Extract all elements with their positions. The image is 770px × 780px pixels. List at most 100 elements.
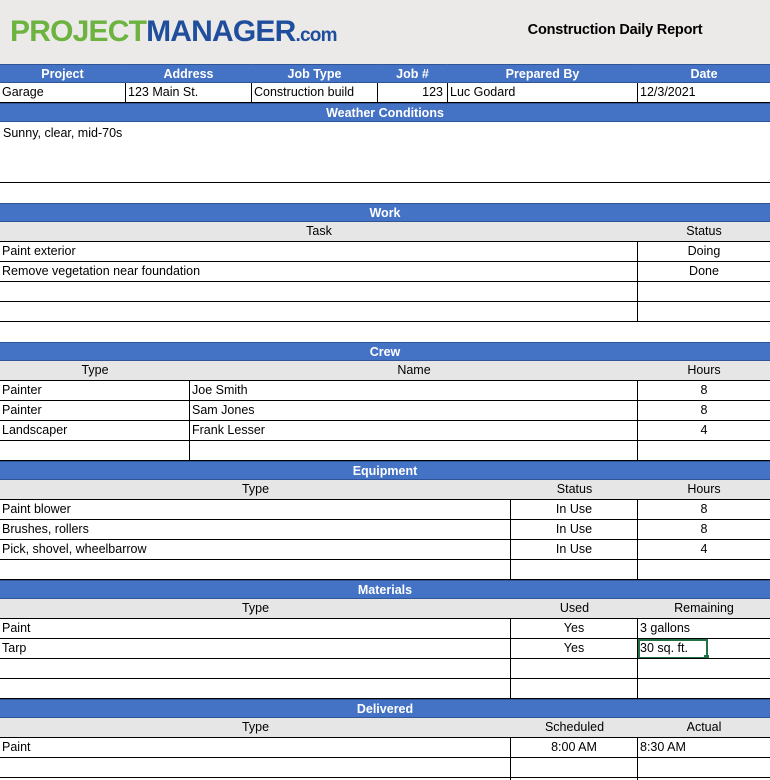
info-value-job-number[interactable]: 123: [378, 83, 448, 103]
delivered-column-scheduled: Scheduled: [511, 718, 638, 738]
fill-handle[interactable]: [704, 655, 709, 658]
delivered-column-header-row: Type Scheduled Actual: [0, 718, 770, 738]
info-header-date: Date: [638, 64, 770, 83]
equipment-section-header-row: Equipment: [0, 461, 770, 480]
section-header-equipment: Equipment: [0, 461, 770, 480]
materials-remaining-value: 30 sq. ft.: [640, 641, 688, 655]
equipment-hours[interactable]: 4: [638, 540, 770, 560]
equipment-hours[interactable]: [638, 560, 770, 580]
table-row: Remove vegetation near foundation Done: [0, 262, 770, 282]
materials-type[interactable]: [0, 679, 511, 699]
work-column-task: Task: [0, 222, 638, 242]
crew-type[interactable]: Painter: [0, 401, 190, 421]
materials-used[interactable]: Yes: [511, 639, 638, 659]
crew-hours[interactable]: [638, 441, 770, 461]
work-task[interactable]: Paint exterior: [0, 242, 638, 262]
delivered-type[interactable]: Paint: [0, 738, 511, 758]
equipment-column-header-row: Type Status Hours: [0, 480, 770, 500]
crew-type[interactable]: Painter: [0, 381, 190, 401]
materials-type[interactable]: [0, 659, 511, 679]
work-status[interactable]: Done: [638, 262, 770, 282]
crew-column-name: Name: [190, 361, 638, 381]
delivered-scheduled[interactable]: 8:00 AM: [511, 738, 638, 758]
table-row: Brushes, rollers In Use 8: [0, 520, 770, 540]
materials-remaining-selected[interactable]: 30 sq. ft.: [638, 639, 770, 659]
info-header-address: Address: [126, 64, 252, 83]
crew-name[interactable]: Joe Smith: [190, 381, 638, 401]
projectmanager-logo: PROJECTMANAGER.com: [10, 15, 337, 53]
materials-column-header-row: Type Used Remaining: [0, 599, 770, 619]
crew-hours[interactable]: 8: [638, 381, 770, 401]
crew-hours[interactable]: 4: [638, 421, 770, 441]
crew-type[interactable]: [0, 441, 190, 461]
page-title: Construction Daily Report: [527, 22, 703, 38]
info-value-prepared-by[interactable]: Luc Godard: [448, 83, 638, 103]
section-header-crew: Crew: [0, 342, 770, 361]
work-status[interactable]: [638, 282, 770, 302]
crew-name[interactable]: [190, 441, 638, 461]
materials-used[interactable]: [511, 679, 638, 699]
work-status[interactable]: Doing: [638, 242, 770, 262]
info-header-prepared-by: Prepared By: [448, 64, 638, 83]
info-header-project: Project: [0, 64, 126, 83]
logo-text-dotcom: .com: [295, 25, 338, 46]
equipment-type[interactable]: [0, 560, 511, 580]
info-value-date[interactable]: 12/3/2021: [638, 83, 770, 103]
info-value-project[interactable]: Garage: [0, 83, 126, 103]
work-task[interactable]: [0, 282, 638, 302]
info-value-address[interactable]: 123 Main St.: [126, 83, 252, 103]
spacer-after-work: [0, 322, 770, 342]
equipment-column-status: Status: [511, 480, 638, 500]
materials-section-header-row: Materials: [0, 580, 770, 599]
equipment-type[interactable]: Brushes, rollers: [0, 520, 511, 540]
table-row: [0, 659, 770, 679]
materials-type[interactable]: Paint: [0, 619, 511, 639]
equipment-status[interactable]: In Use: [511, 500, 638, 520]
equipment-type[interactable]: Pick, shovel, wheelbarrow: [0, 540, 511, 560]
table-row: Tarp Yes 30 sq. ft.: [0, 639, 770, 659]
equipment-hours[interactable]: 8: [638, 520, 770, 540]
materials-used[interactable]: Yes: [511, 619, 638, 639]
info-value-row: Garage 123 Main St. Construction build 1…: [0, 83, 770, 103]
materials-remaining[interactable]: 3 gallons: [638, 619, 770, 639]
delivered-column-type: Type: [0, 718, 511, 738]
delivered-scheduled[interactable]: [511, 758, 638, 778]
table-row: [0, 282, 770, 302]
info-header-job-number: Job #: [378, 64, 448, 83]
equipment-hours[interactable]: 8: [638, 500, 770, 520]
table-row: Painter Sam Jones 8: [0, 401, 770, 421]
materials-remaining[interactable]: [638, 679, 770, 699]
logo-text-project: PROJECT: [10, 15, 147, 48]
section-header-work: Work: [0, 203, 770, 222]
table-row: Paint exterior Doing: [0, 242, 770, 262]
crew-hours[interactable]: 8: [638, 401, 770, 421]
materials-used[interactable]: [511, 659, 638, 679]
equipment-column-hours: Hours: [638, 480, 770, 500]
work-task[interactable]: [0, 302, 638, 322]
materials-column-type: Type: [0, 599, 511, 619]
materials-remaining[interactable]: [638, 659, 770, 679]
work-task[interactable]: Remove vegetation near foundation: [0, 262, 638, 282]
info-header-row: Project Address Job Type Job # Prepared …: [0, 64, 770, 83]
delivered-actual[interactable]: [638, 758, 770, 778]
logo-text-manager: MANAGER: [146, 15, 296, 48]
equipment-status[interactable]: In Use: [511, 540, 638, 560]
info-header-job-type: Job Type: [252, 64, 378, 83]
weather-conditions-text[interactable]: Sunny, clear, mid-70s: [0, 122, 770, 183]
table-row: [0, 758, 770, 778]
equipment-status[interactable]: [511, 560, 638, 580]
equipment-status[interactable]: In Use: [511, 520, 638, 540]
crew-type[interactable]: Landscaper: [0, 421, 190, 441]
equipment-type[interactable]: Paint blower: [0, 500, 511, 520]
info-value-job-type[interactable]: Construction build: [252, 83, 378, 103]
crew-column-header-row: Type Name Hours: [0, 361, 770, 381]
delivered-actual[interactable]: 8:30 AM: [638, 738, 770, 758]
table-row: [0, 441, 770, 461]
spacer-after-weather: [0, 183, 770, 203]
crew-name[interactable]: Sam Jones: [190, 401, 638, 421]
materials-type[interactable]: Tarp: [0, 639, 511, 659]
work-status[interactable]: [638, 302, 770, 322]
table-row: [0, 560, 770, 580]
delivered-type[interactable]: [0, 758, 511, 778]
crew-name[interactable]: Frank Lesser: [190, 421, 638, 441]
